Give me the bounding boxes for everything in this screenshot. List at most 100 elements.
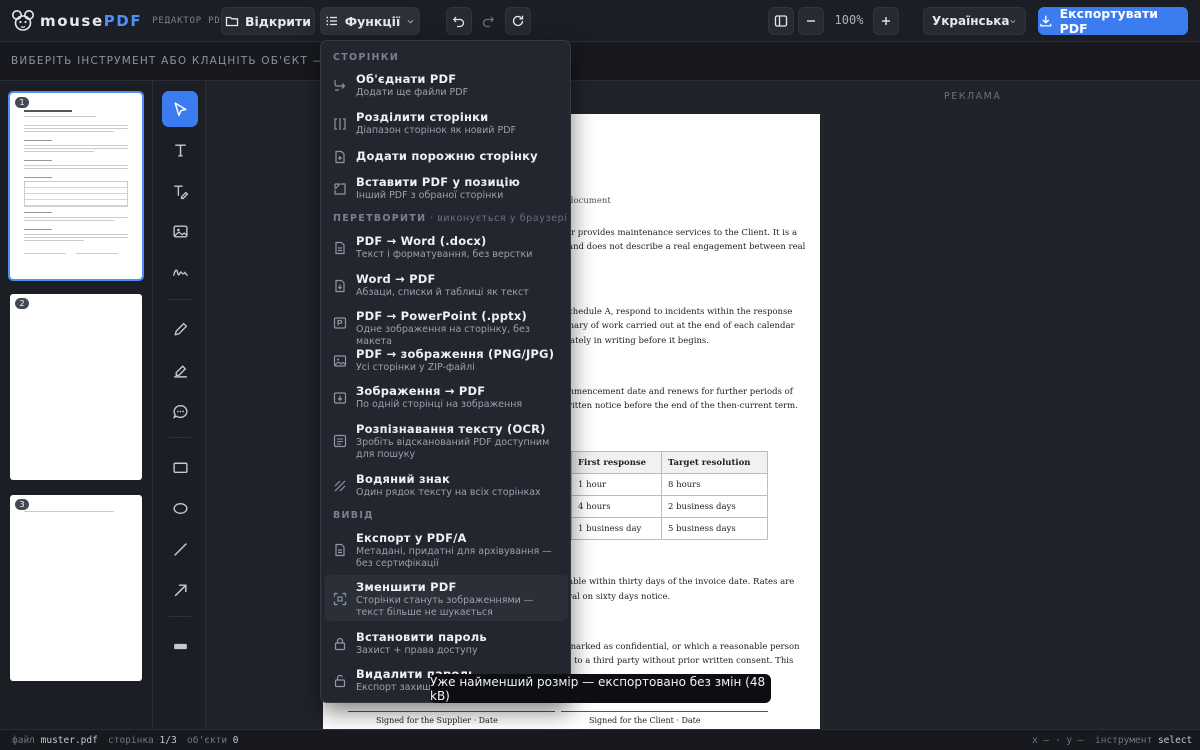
redact-block-icon (173, 643, 187, 649)
watermark-icon (333, 478, 347, 492)
app-logo[interactable]: mousePDF РЕДАКТОР PDF (10, 8, 227, 34)
table-header: Target resolution (661, 451, 768, 474)
zoom-in-button[interactable] (873, 7, 899, 35)
table-cell: 4 hours (571, 495, 662, 518)
app-subtitle: РЕДАКТОР PDF (152, 16, 227, 26)
text-edit-icon (173, 184, 188, 199)
ellipse-tool[interactable] (162, 490, 198, 526)
sidebar-icon (774, 15, 788, 27)
unlock-icon (333, 673, 347, 688)
app-name: mousePDF (40, 12, 143, 30)
thumbnail-page-1[interactable]: 1 (8, 91, 144, 281)
open-button[interactable]: Відкрити (221, 7, 315, 35)
chevron-down-icon (407, 19, 414, 23)
menu-item-image-to-pdf[interactable]: Зображення → PDF По одній сторінці на зо… (325, 380, 568, 414)
doc-text-line: able within thirty days of the invoice d… (568, 577, 795, 587)
status-coordinates: x — · y — (1032, 735, 1084, 746)
table-row: 1 business day 5 business days (571, 517, 768, 540)
menu-item-ocr[interactable]: Розпізнавання тексту (OCR) Зробіть відск… (325, 418, 568, 462)
toggle-sidebar-button[interactable] (768, 7, 794, 35)
ad-label: РЕКЛАМА (944, 91, 1002, 102)
section-heading-convert: ПЕРЕТВОРИТИ · виконується у браузері (333, 213, 568, 224)
menu-item-split[interactable]: Розділити сторінки Діапазон сторінок як … (325, 106, 568, 140)
mouse-logo-icon (12, 10, 34, 31)
thumbnail-page-2[interactable]: 2 (10, 294, 142, 480)
list-icon (326, 16, 337, 26)
pencil-icon (173, 322, 187, 336)
section-heading-output: ВИВІД (333, 510, 374, 521)
word-icon (333, 240, 347, 255)
menu-item-watermark[interactable]: Водяний знак Один рядок тексту на всіх с… (325, 468, 568, 502)
split-icon (333, 116, 347, 130)
doc-text-line: marked as confidential, or which a reaso… (568, 642, 800, 652)
image-tool[interactable] (162, 213, 198, 249)
menu-item-merge[interactable]: Об'єднати PDF Додати ще файли PDF (325, 68, 568, 102)
comment-icon (172, 404, 188, 419)
arrow-icon (174, 583, 187, 596)
powerpoint-icon (333, 315, 347, 329)
image-to-pdf-icon (333, 390, 347, 404)
menu-item-add-blank-page[interactable]: Додати порожню сторінку (325, 144, 568, 168)
tool-palette (153, 81, 206, 729)
ocr-icon (333, 433, 347, 448)
highlighter-tool[interactable] (162, 352, 198, 388)
redact-tool[interactable] (162, 628, 198, 664)
rectangle-tool[interactable] (162, 449, 198, 485)
doc-text-line: chedule A, respond to incidents within t… (568, 307, 793, 317)
section-heading-pages: СТОРІНКИ (333, 52, 400, 63)
table-cell: 1 business day (571, 517, 662, 540)
redo-button[interactable] (475, 7, 501, 35)
undo-button[interactable] (446, 7, 472, 35)
download-icon (1040, 15, 1052, 27)
highlighter-icon (173, 364, 187, 378)
menu-item-pdf-to-powerpoint[interactable]: PDF → PowerPoint (.pptx) Одне зображення… (325, 305, 568, 347)
toast-notification: Уже найменший розмір — експортовано без … (430, 674, 771, 703)
menu-item-pdf-to-image[interactable]: PDF → зображення (PNG/JPG) Усі сторінки … (325, 343, 568, 377)
comment-tool[interactable] (162, 393, 198, 429)
text-tool[interactable] (162, 132, 198, 168)
doc-text-line: and does not describe a real engagement … (568, 242, 806, 252)
merge-icon (333, 77, 347, 91)
export-pdf-button[interactable]: Експортувати PDF (1038, 6, 1188, 36)
supplier-signature-label: Signed for the Supplier · Date (376, 716, 498, 725)
doc-text-line: mary of work carried out at the end of e… (566, 321, 795, 331)
chevron-down-icon (1010, 19, 1016, 23)
menu-item-set-password[interactable]: Встановити пароль Захист + права доступу (325, 626, 568, 660)
pen-tool[interactable] (162, 311, 198, 347)
refresh-icon (512, 15, 524, 27)
status-tool: інструмент select (1095, 735, 1193, 746)
minus-icon (807, 20, 815, 22)
line-icon (173, 542, 187, 556)
doc-text-line: ral on sixty days notice. (568, 592, 671, 602)
status-file: файл muster.pdf (12, 735, 98, 746)
edit-text-tool[interactable] (162, 173, 198, 209)
select-tool[interactable] (162, 91, 198, 127)
doc-text-line: er provides maintenance services to the … (566, 228, 798, 238)
functions-menu-button[interactable]: Функції (320, 7, 420, 35)
menu-item-pdf-to-word[interactable]: PDF → Word (.docx) Текст і форматування,… (325, 230, 568, 264)
signature-tool[interactable] (162, 254, 198, 290)
zoom-out-button[interactable] (798, 7, 824, 35)
hint-bar: ВИБЕРІТЬ ІНСТРУМЕНТ АБО КЛАЦНІТЬ ОБ'ЄКТ … (0, 42, 1200, 81)
table-header: First response (571, 451, 662, 474)
cursor-icon (173, 101, 187, 116)
page-number-badge: 1 (15, 97, 29, 108)
word-to-pdf-icon (333, 278, 347, 293)
menu-item-export-pdfa[interactable]: Експорт у PDF/A Метадані, придатні для а… (325, 527, 568, 571)
signature-icon (172, 269, 188, 276)
rectangle-icon (172, 462, 188, 473)
image-icon (333, 353, 347, 367)
menu-item-insert-pdf[interactable]: Вставити PDF у позицію Інший PDF з обран… (325, 171, 568, 205)
undo-icon (452, 16, 465, 28)
top-toolbar: mousePDF РЕДАКТОР PDF Відкрити Функції 1… (0, 0, 1200, 42)
arrow-tool[interactable] (162, 572, 198, 608)
menu-item-word-to-pdf[interactable]: Word → PDF Абзаци, списки й таблиці як т… (325, 268, 568, 302)
menu-item-compress[interactable]: Зменшити PDF Сторінки стануть зображення… (325, 575, 568, 621)
thumbnail-page-3[interactable]: 3 (10, 495, 142, 681)
language-select[interactable]: Українська (923, 7, 1026, 35)
add-page-icon (333, 149, 347, 164)
doc-text-line: mmencement date and renews for further p… (566, 387, 793, 397)
line-tool[interactable] (162, 531, 198, 567)
reload-button[interactable] (505, 7, 531, 35)
zoom-level: 100% (834, 13, 864, 27)
